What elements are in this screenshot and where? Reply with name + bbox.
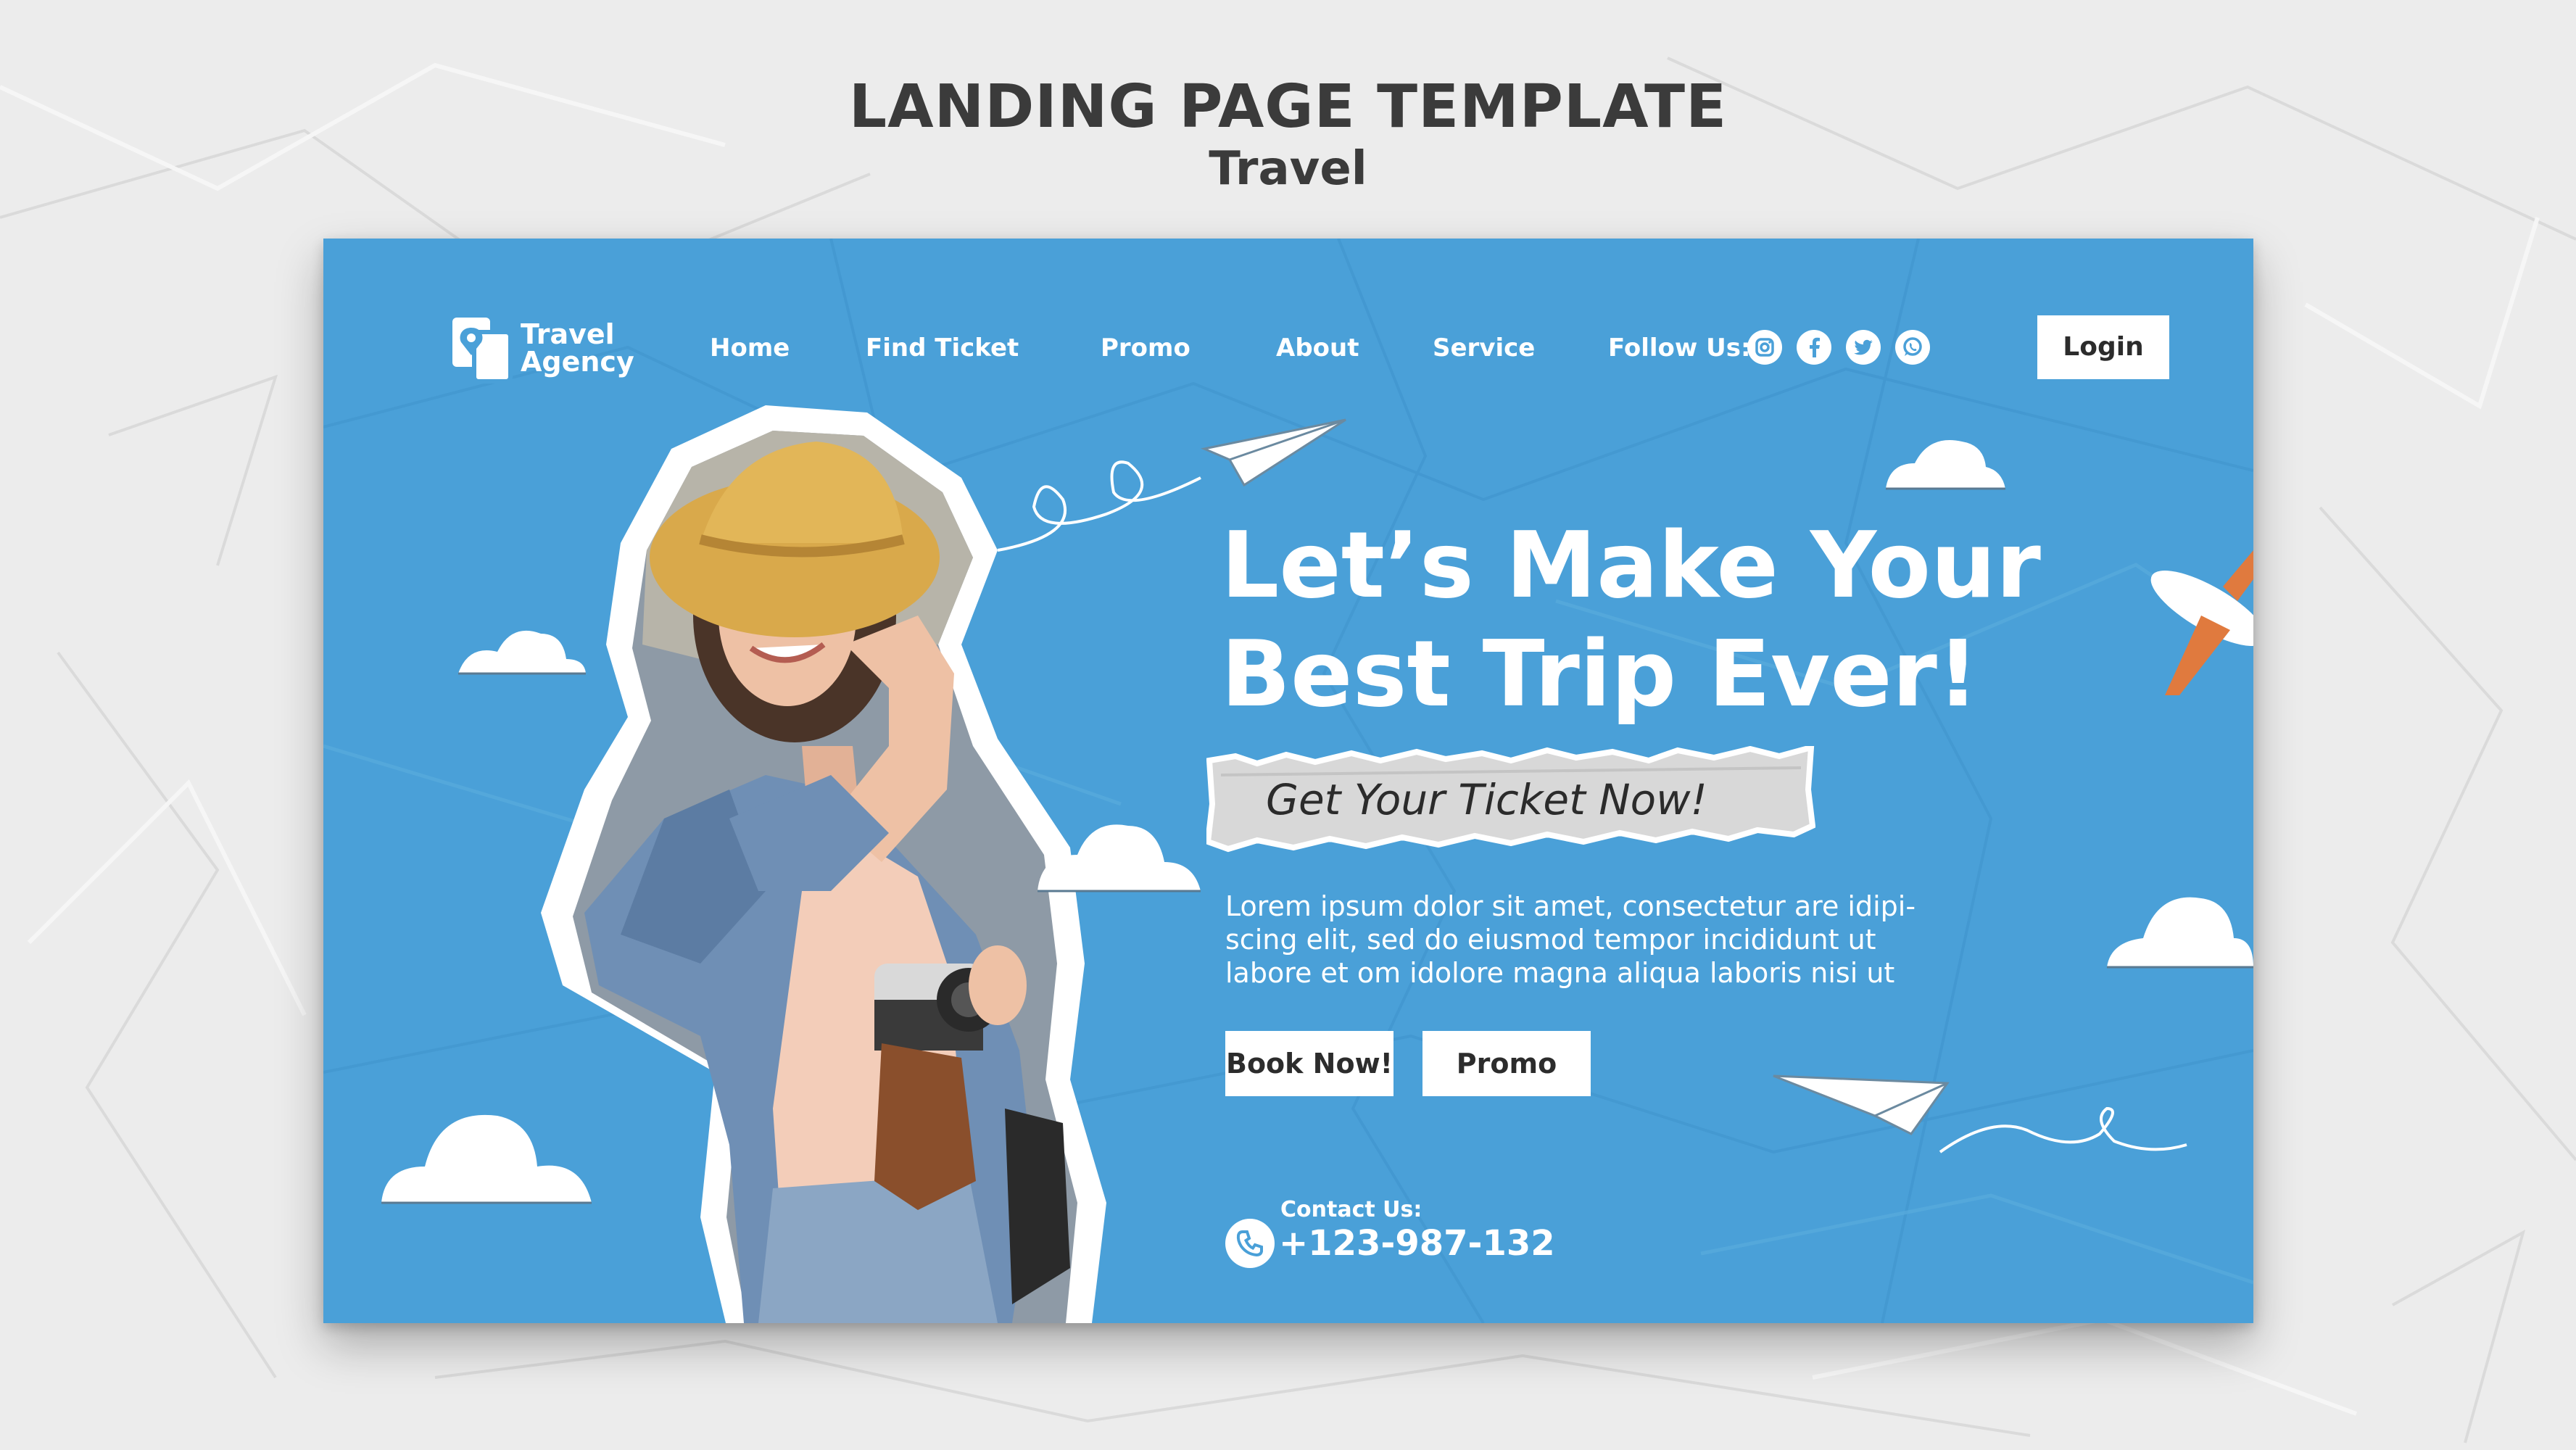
ticket-tagline: Get Your Ticket Now! [1266, 775, 1707, 824]
hero-body-text: Lorem ipsum dolor sit amet, consectetur … [1225, 890, 1950, 990]
book-now-button[interactable]: Book Now! [1225, 1031, 1393, 1096]
phone-icon [1225, 1219, 1275, 1268]
whatsapp-icon[interactable] [1895, 330, 1930, 365]
hero-title: Let’s Make Your Best Trip Ever! [1221, 511, 2041, 729]
contact-phone[interactable]: +123-987-132 [1279, 1223, 1555, 1264]
brand-name-line1: Travel [521, 318, 615, 350]
nav-service[interactable]: Service [1433, 334, 1535, 362]
follow-us-label: Follow Us: [1608, 334, 1751, 362]
airplane-icon [2150, 550, 2253, 695]
landing-page-mockup: Travel Agency Home Find Ticket Promo Abo… [323, 239, 2253, 1323]
location-pin-icon [452, 318, 513, 384]
nav-home[interactable]: Home [710, 334, 790, 362]
twitter-icon[interactable] [1846, 330, 1881, 365]
brand-name-line2: Agency [521, 346, 634, 378]
page-heading: LANDING PAGE TEMPLATE [848, 72, 1728, 141]
cloud-icon [458, 630, 586, 674]
promo-button[interactable]: Promo [1422, 1031, 1591, 1096]
page-subheading: Travel [1209, 142, 1367, 196]
body-line: labore et om idolore magna aliqua labori… [1225, 957, 1895, 989]
hero-title-line2: Best Trip Ever! [1221, 621, 1979, 727]
body-line: Lorem ipsum dolor sit amet, consectetur … [1225, 890, 1916, 922]
body-line: scing elit, sed do eiusmod tempor incidi… [1225, 924, 1876, 956]
login-button[interactable]: Login [2037, 315, 2169, 379]
hero-title-line1: Let’s Make Your [1221, 512, 2041, 618]
brand-name[interactable]: Travel Agency [521, 320, 634, 376]
nav-find-ticket[interactable]: Find Ticket [866, 334, 1019, 362]
nav-about[interactable]: About [1276, 334, 1359, 362]
facebook-icon[interactable] [1797, 330, 1831, 365]
nav-promo[interactable]: Promo [1101, 334, 1190, 362]
instagram-icon[interactable] [1747, 330, 1782, 365]
contact-label: Contact Us: [1280, 1197, 1422, 1222]
